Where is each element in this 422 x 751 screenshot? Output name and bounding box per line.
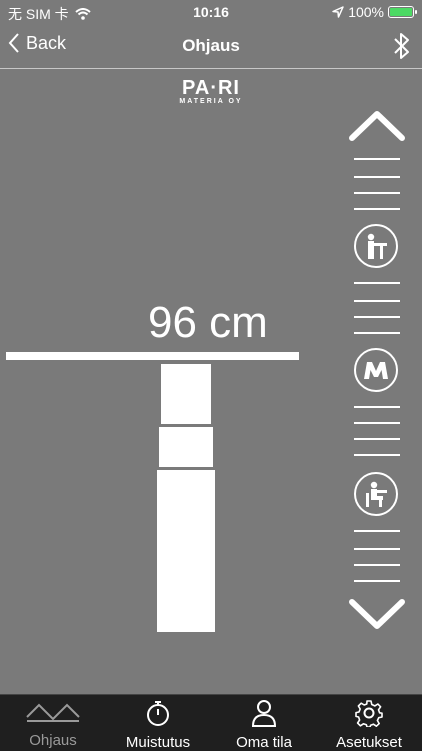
scale-line — [354, 192, 400, 194]
person-icon — [251, 700, 277, 727]
chevron-up-icon — [349, 111, 405, 141]
tab-muistutus[interactable]: Muistutus — [116, 699, 200, 751]
stopwatch-icon — [147, 701, 169, 726]
height-readout: 96 cm — [148, 298, 268, 347]
nav-bar: Back Ohjaus — [0, 24, 422, 69]
scale-line — [354, 438, 400, 440]
tab-oma-tila[interactable]: Oma tila — [226, 699, 302, 751]
sitting-icon — [366, 481, 387, 507]
desk-leg-middle — [159, 427, 213, 467]
status-right: 100% — [332, 4, 417, 20]
desk-leg-upper — [161, 364, 211, 424]
gear-icon — [355, 700, 383, 728]
bluetooth-button[interactable] — [392, 30, 412, 67]
logo-subtitle: MATERIA OY — [179, 98, 243, 105]
tab-ohjaus[interactable]: Ohjaus — [14, 699, 92, 749]
chevron-down-icon — [349, 599, 405, 629]
battery-icon — [388, 6, 417, 18]
tab-label: Oma tila — [236, 734, 292, 751]
location-icon — [332, 6, 344, 18]
standing-preset-button[interactable] — [354, 224, 398, 268]
scale-line — [354, 176, 400, 178]
scale-line — [354, 422, 400, 424]
desk-tabletop — [6, 352, 299, 360]
scale-line — [354, 158, 400, 160]
scale-line — [354, 332, 400, 334]
memory-preset-button[interactable] — [354, 348, 398, 392]
scale-line — [354, 548, 400, 550]
down-button[interactable] — [348, 596, 406, 637]
scale-line — [354, 454, 400, 456]
scale-line — [354, 580, 400, 582]
page-title: Ohjaus — [182, 36, 240, 55]
brand-logo: PA·RI MATERIA OY — [171, 78, 251, 105]
battery-percent: 100% — [348, 4, 384, 20]
scale-line — [354, 282, 400, 284]
up-button[interactable] — [348, 108, 406, 149]
scale-line — [354, 300, 400, 302]
tab-bar: Ohjaus Muistutus Oma tila Asetukset — [0, 694, 422, 751]
standing-icon — [367, 233, 387, 259]
table-icon — [26, 703, 80, 722]
bluetooth-icon — [394, 33, 409, 59]
memory-m-icon — [364, 362, 388, 379]
tab-label: Muistutus — [125, 734, 191, 751]
scale-line — [354, 530, 400, 532]
scale-line — [354, 406, 400, 408]
sitting-preset-button[interactable] — [354, 472, 398, 516]
logo-brand: PA·RI — [182, 77, 240, 99]
tab-label: Asetukset — [336, 734, 402, 751]
tab-label: Ohjaus — [29, 732, 77, 749]
status-bar: 无 SIM 卡 10:16 100% — [0, 0, 422, 24]
scale-line — [354, 316, 400, 318]
tab-asetukset[interactable]: Asetukset — [326, 699, 412, 751]
scale-line — [354, 564, 400, 566]
scale-line — [354, 208, 400, 210]
desk-leg-lower — [157, 470, 215, 632]
